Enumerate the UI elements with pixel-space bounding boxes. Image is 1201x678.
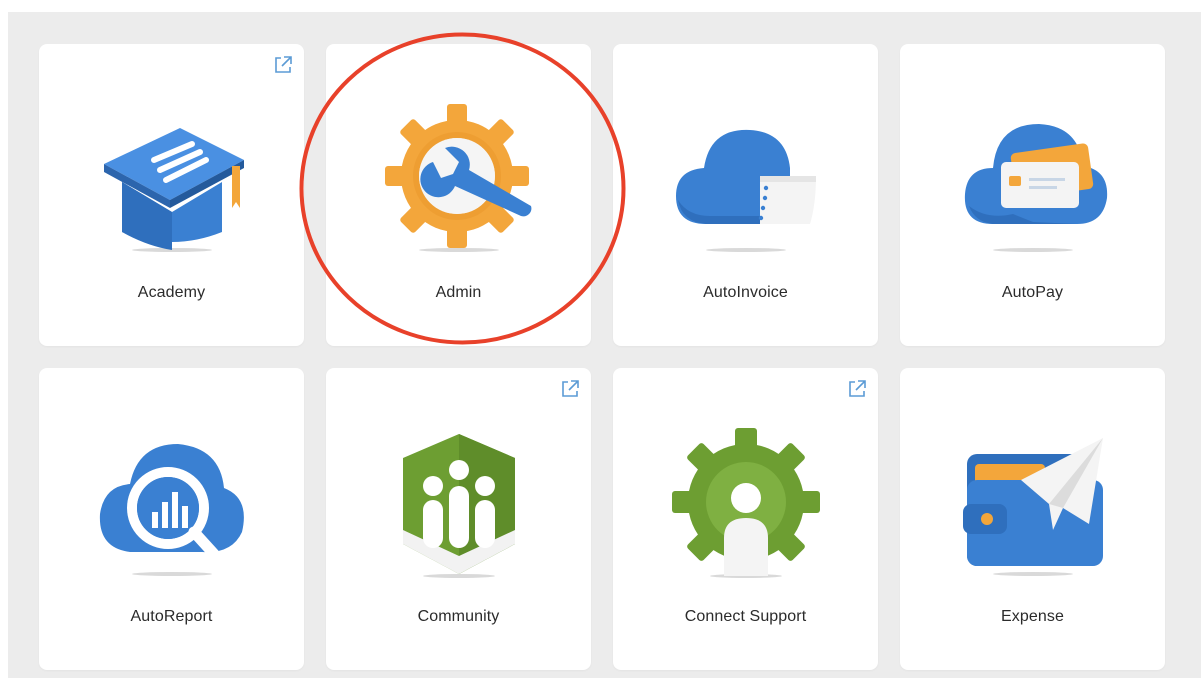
cloud-card-icon	[964, 124, 1107, 252]
app-label: AutoPay	[1001, 284, 1064, 301]
app-label: AutoInvoice	[703, 284, 788, 301]
people-hexagon-icon	[402, 434, 515, 578]
cloud-chart-magnifier-icon	[99, 444, 244, 576]
app-label: Admin	[435, 284, 482, 301]
app-tile-connect-support[interactable]: Connect Support	[613, 368, 878, 670]
app-tile-admin[interactable]: Admin	[326, 44, 591, 346]
external-link-icon[interactable]	[846, 378, 868, 400]
gear-wrench-icon	[384, 104, 531, 252]
cloud-invoice-icon	[675, 129, 816, 252]
app-tile-expense[interactable]: Expense	[900, 368, 1165, 670]
app-label: Community	[417, 608, 500, 625]
wallet-paper-plane-icon	[962, 438, 1103, 576]
graduation-cap-icon	[103, 128, 244, 252]
app-tile-community[interactable]: Community	[326, 368, 591, 670]
gear-person-icon	[671, 428, 820, 578]
app-label: Connect Support	[684, 608, 807, 625]
app-tile-autoinvoice[interactable]: AutoInvoice	[613, 44, 878, 346]
app-label: AutoReport	[130, 608, 213, 625]
external-link-icon[interactable]	[272, 54, 294, 76]
app-tile-autopay[interactable]: AutoPay	[900, 44, 1165, 346]
app-label: Expense	[1001, 608, 1064, 625]
external-link-icon[interactable]	[559, 378, 581, 400]
app-tile-autoreport[interactable]: AutoReport	[39, 368, 304, 670]
app-grid: Academy Admin AutoInvoice AutoPay AutoRe…	[8, 12, 1201, 678]
app-label: Academy	[137, 284, 206, 301]
app-tile-academy[interactable]: Academy	[39, 44, 304, 346]
